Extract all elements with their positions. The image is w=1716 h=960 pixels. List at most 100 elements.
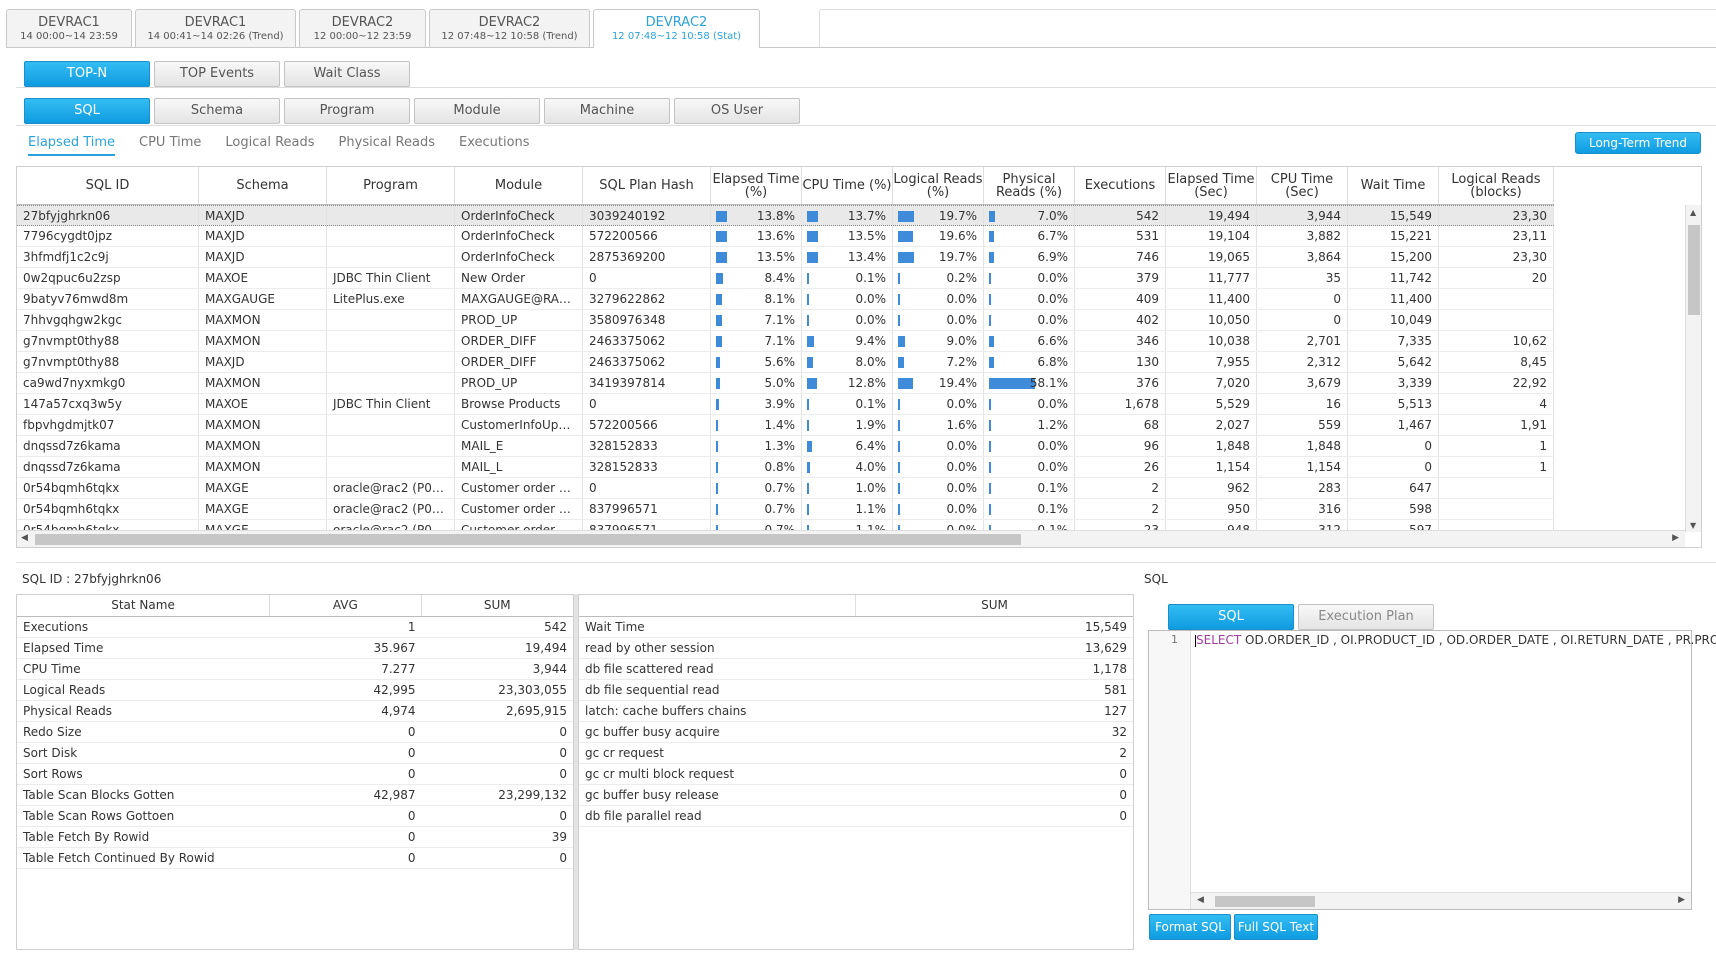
instance-tab-4[interactable]: DEVRAC2 12 07:48~12 10:58 (Trend) bbox=[429, 9, 590, 47]
table-row[interactable]: Elapsed Time 35.967 19,494 bbox=[17, 638, 573, 659]
table-row[interactable]: db file sequential read 581 bbox=[579, 680, 1133, 701]
column-header-sql-id[interactable]: SQL ID bbox=[17, 167, 199, 204]
column-header[interactable]: SUM bbox=[422, 595, 573, 616]
table-row[interactable]: Logical Reads 42,995 23,303,055 bbox=[17, 680, 573, 701]
table-row[interactable]: Table Scan Blocks Gotten 42,987 23,299,132 bbox=[17, 785, 573, 806]
tab-elapsed-time[interactable]: Elapsed Time bbox=[28, 135, 116, 156]
wait-class-button[interactable]: Wait Class bbox=[284, 61, 410, 87]
cell-sql-id: ca9wd7nyxmkg0 bbox=[17, 373, 199, 393]
table-row[interactable]: Wait Time 15,549 bbox=[579, 617, 1133, 638]
column-header[interactable] bbox=[579, 595, 856, 616]
table-row[interactable]: Table Fetch Continued By Rowid 0 0 bbox=[17, 848, 573, 869]
program-group-button[interactable]: Program bbox=[284, 98, 410, 124]
instance-tab-3[interactable]: DEVRAC2 12 00:00~12 23:59 bbox=[299, 9, 426, 47]
table-row[interactable]: 0w2qpuc6u2zsp MAXOE JDBC Thin Client New Or… bbox=[17, 268, 1554, 289]
scroll-right-icon[interactable]: ▶ bbox=[1678, 895, 1685, 905]
column-header-wait-time[interactable]: Wait Time bbox=[1348, 167, 1439, 204]
table-row[interactable]: Table Scan Rows Gottoen 0 0 bbox=[17, 806, 573, 827]
table-row[interactable]: dnqssd7z6kama MAXMON MAIL_L 328152833 0.8% 4.… bbox=[17, 457, 1554, 478]
table-row[interactable]: db file scattered read 1,178 bbox=[579, 659, 1133, 680]
table-row[interactable]: fbpvhgdmjtk07 MAXMON CustomerInfoUpdate 572… bbox=[17, 415, 1554, 436]
cell-elapsed-sec: 7,955 bbox=[1166, 352, 1257, 372]
table-row[interactable]: 3hfmdfj1c2c9j MAXJD OrderInfoCheck 28753692… bbox=[17, 247, 1554, 268]
column-header-schema[interactable]: Schema bbox=[199, 167, 327, 204]
scroll-left-icon[interactable]: ◀ bbox=[1197, 895, 1204, 905]
column-header-physical-pct[interactable]: Physical Reads (%) bbox=[984, 167, 1075, 204]
table-row[interactable]: db file parallel read 0 bbox=[579, 806, 1133, 827]
column-header[interactable]: AVG bbox=[270, 595, 422, 616]
scroll-right-icon[interactable]: ▶ bbox=[1672, 533, 1679, 543]
column-header-elapsed-sec[interactable]: Elapsed Time (Sec) bbox=[1166, 167, 1257, 204]
column-header-executions[interactable]: Executions bbox=[1075, 167, 1166, 204]
tab-physical-reads[interactable]: Physical Reads bbox=[339, 135, 435, 156]
column-header-logical-pct[interactable]: Logical Reads (%) bbox=[893, 167, 984, 204]
column-header-module[interactable]: Module bbox=[455, 167, 583, 204]
table-row[interactable]: 0r54bqmh6tqkx MAXGE oracle@rac2 (P003) Cust… bbox=[17, 478, 1554, 499]
machine-group-button[interactable]: Machine bbox=[544, 98, 670, 124]
tab-cpu-time[interactable]: CPU Time bbox=[139, 135, 201, 156]
instance-tab-5[interactable]: DEVRAC2 12 07:48~12 10:58 (Stat) bbox=[593, 9, 760, 48]
table-row[interactable]: Sort Disk 0 0 bbox=[17, 743, 573, 764]
column-header-plan-hash[interactable]: SQL Plan Hash bbox=[583, 167, 711, 204]
table-row[interactable]: Table Fetch By Rowid 0 39 bbox=[17, 827, 573, 848]
table-row[interactable]: Redo Size 0 0 bbox=[17, 722, 573, 743]
os-user-group-button[interactable]: OS User bbox=[674, 98, 800, 124]
column-header-logical-blocks[interactable]: Logical Reads (blocks) bbox=[1439, 167, 1554, 204]
table-row[interactable]: 27bfyjghrkn06 MAXJD OrderInfoCheck 30392401… bbox=[17, 205, 1554, 226]
column-header-elapsed-pct[interactable]: Elapsed Time (%) bbox=[711, 167, 802, 204]
editor-horizontal-scrollbar[interactable]: ◀ ▶ bbox=[1191, 892, 1691, 909]
table-row[interactable]: 7hhvgqhgw2kgc MAXMON PROD_UP 3580976348 7.1%… bbox=[17, 310, 1554, 331]
table-row[interactable]: gc buffer busy acquire 32 bbox=[579, 722, 1133, 743]
scroll-thumb[interactable] bbox=[35, 534, 1021, 545]
table-row[interactable]: gc cr request 2 bbox=[579, 743, 1133, 764]
table-row[interactable]: Physical Reads 4,974 2,695,915 bbox=[17, 701, 573, 722]
long-term-trend-button[interactable]: Long-Term Trend bbox=[1575, 132, 1701, 154]
schema-group-button[interactable]: Schema bbox=[154, 98, 280, 124]
scroll-down-icon[interactable]: ▼ bbox=[1690, 521, 1696, 530]
column-header-program[interactable]: Program bbox=[327, 167, 455, 204]
table-row[interactable]: latch: cache buffers chains 127 bbox=[579, 701, 1133, 722]
tab-sql-text[interactable]: SQL bbox=[1168, 604, 1294, 630]
table-row[interactable]: 0r54bqmh6tqkx MAXGE oracle@rac2 (P000) Cust… bbox=[17, 499, 1554, 520]
table-row[interactable]: Sort Rows 0 0 bbox=[17, 764, 573, 785]
percent-value: 0.0% bbox=[1037, 460, 1069, 474]
sql-group-button[interactable]: SQL bbox=[24, 98, 150, 124]
scroll-thumb[interactable] bbox=[1215, 896, 1315, 907]
format-sql-button[interactable]: Format SQL bbox=[1149, 914, 1231, 940]
table-row[interactable]: 7796cygdt0jpz MAXJD OrderInfoCheck 57220056… bbox=[17, 226, 1554, 247]
table-row[interactable]: 147a57cxq3w5y MAXOE JDBC Thin Client Browse… bbox=[17, 394, 1554, 415]
scroll-up-icon[interactable]: ▲ bbox=[1690, 208, 1696, 217]
column-header[interactable]: Stat Name bbox=[17, 595, 271, 616]
table-row[interactable]: gc cr multi block request 0 bbox=[579, 764, 1133, 785]
top-events-button[interactable]: TOP Events bbox=[154, 61, 280, 87]
cell-elapsed-sec: 7,020 bbox=[1166, 373, 1257, 393]
table-row[interactable]: g7nvmpt0thy88 MAXMON ORDER_DIFF 2463375062 7… bbox=[17, 331, 1554, 352]
tab-executions[interactable]: Executions bbox=[459, 135, 530, 156]
table-row[interactable]: CPU Time 7.277 3,944 bbox=[17, 659, 573, 680]
scroll-left-icon[interactable]: ◀ bbox=[21, 533, 28, 543]
top-n-button[interactable]: TOP-N bbox=[24, 61, 150, 87]
grid-body[interactable]: 27bfyjghrkn06 MAXJD OrderInfoCheck 30392401… bbox=[17, 205, 1554, 532]
full-sql-text-button[interactable]: Full SQL Text bbox=[1234, 914, 1318, 940]
module-group-button[interactable]: Module bbox=[414, 98, 540, 124]
instance-tab-1[interactable]: DEVRAC1 14 00:00~14 23:59 bbox=[6, 9, 132, 47]
table-row[interactable]: read by other session 13,629 bbox=[579, 638, 1133, 659]
tab-execution-plan[interactable]: Execution Plan bbox=[1298, 604, 1434, 630]
table-row[interactable]: gc buffer busy release 0 bbox=[579, 785, 1133, 806]
table-row[interactable]: ca9wd7nyxmkg0 MAXMON PROD_UP 3419397814 5.0%… bbox=[17, 373, 1554, 394]
column-header-cpu-pct[interactable]: CPU Time (%) bbox=[802, 167, 893, 204]
column-header[interactable]: SUM bbox=[856, 595, 1133, 616]
grid-vertical-scrollbar[interactable]: ▲ ▼ bbox=[1685, 205, 1701, 532]
table-row[interactable]: g7nvmpt0thy88 MAXJD ORDER_DIFF 2463375062 5.… bbox=[17, 352, 1554, 373]
scroll-thumb[interactable] bbox=[1688, 225, 1700, 315]
sql-editor[interactable]: 1 SELECT OD.ORDER_ID , OI.PRODUCT_ID , O… bbox=[1148, 630, 1716, 910]
instance-tab-2[interactable]: DEVRAC1 14 00:41~14 02:26 (Trend) bbox=[135, 9, 296, 47]
table-row[interactable]: dnqssd7z6kama MAXMON MAIL_E 328152833 1.3% 6.… bbox=[17, 436, 1554, 457]
table-row[interactable]: 9batyv76mwd8m MAXGAUGE LitePlus.exe MAXGAUG… bbox=[17, 289, 1554, 310]
percent-bar bbox=[898, 273, 900, 284]
column-header-cpu-sec[interactable]: CPU Time (Sec) bbox=[1257, 167, 1348, 204]
table-row[interactable]: Executions 1 542 bbox=[17, 617, 573, 638]
tab-logical-reads[interactable]: Logical Reads bbox=[225, 135, 314, 156]
sql-text[interactable]: SELECT OD.ORDER_ID , OI.PRODUCT_ID , OD.… bbox=[1195, 633, 1716, 647]
grid-horizontal-scrollbar[interactable]: ◀ ▶ bbox=[17, 530, 1685, 547]
